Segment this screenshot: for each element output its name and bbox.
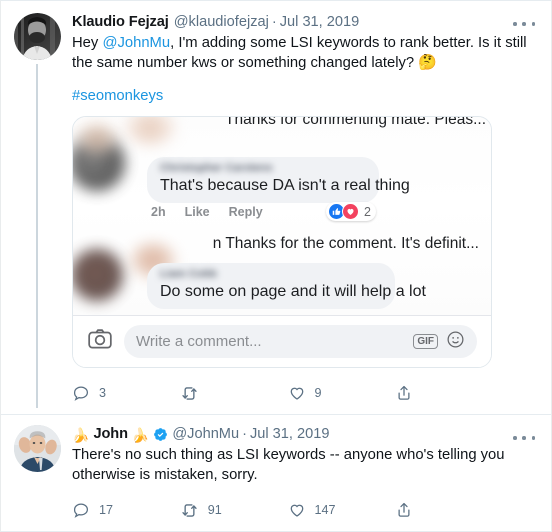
tweet-header: 🍌 John 🍌 @JohnMu · Jul 31, 2019 [72,425,539,444]
tweet-klaudio[interactable]: Klaudio Fejzaj @klaudiofejzaj · Jul 31, … [1,1,551,414]
dot [513,436,517,440]
tweet-body: Klaudio Fejzaj @klaudiofejzaj · Jul 31, … [61,13,539,408]
banana-emoji-right: 🍌 [131,426,150,443]
comment-reply-button[interactable]: Reply [229,205,263,219]
comment-text: That's because DA isn't a real thing [160,177,410,194]
hashtag-link-seomonkeys[interactable]: #seomonkeys [72,88,163,104]
dot [522,436,526,440]
tweet-date[interactable]: Jul 31, 2019 [280,13,360,32]
tweet-text: There's no such thing as LSI keywords --… [72,447,505,483]
reply-icon [73,386,89,401]
like-action[interactable]: 147 [288,501,396,519]
user-handle[interactable]: @klaudiofejzaj [174,13,269,32]
separator-dot: · [242,426,247,442]
separator-dot: · [271,14,277,30]
tweet-text: Hey @JohnMu, I'm adding some LSI keyword… [72,34,539,73]
hashtag-row: #seomonkeys [72,87,539,106]
facebook-comment-bubble: Christopher Carstens That's because DA i… [147,157,410,203]
blurred-avatar-blob [77,123,117,153]
gif-icon[interactable]: GIF [413,334,438,349]
verified-badge-icon [153,427,168,442]
commenter-name-blurred: Christopher Carstens [160,162,273,174]
facebook-screenshot: Thanks for commenting mate. Pleas... Chr… [73,117,491,367]
comment-text: Thanks for the comment. It's definit... [225,235,479,252]
share-icon [398,502,410,517]
camera-icon[interactable] [87,326,113,357]
share-icon [398,385,410,400]
banana-emoji-left: 🍌 [72,426,90,443]
avatar-column [13,13,61,408]
like-count: 147 [314,502,336,517]
facebook-comment-composer[interactable]: Write a comment... GIF [73,315,491,367]
comment-like-button[interactable]: Like [185,205,210,219]
retweet-count: 91 [207,502,222,517]
tweet-date[interactable]: Jul 31, 2019 [250,425,330,444]
reaction-badge-group[interactable]: 2 [326,202,376,221]
tweet-johnmu[interactable]: 🍌 John 🍌 @JohnMu · Jul 31, 2019 There's … [1,415,551,531]
display-name[interactable]: John [93,425,128,444]
composer-icons: GIF [413,330,465,353]
thinking-face-emoji: 🤔 [418,53,437,71]
comment-input[interactable]: Write a comment... GIF [124,325,477,358]
reply-count: 17 [99,502,114,517]
retweet-icon [182,503,197,517]
klaudio-avatar [13,13,61,60]
text-segment: Hey [72,35,103,51]
tweet-header: Klaudio Fejzaj @klaudiofejzaj · Jul 31, … [72,13,539,32]
tweet-more-options-button[interactable] [511,429,537,447]
truncated-top-comment: Thanks for commenting mate. Pleas... [225,117,485,128]
commenter-name-blurred: Liam Cobb [160,268,217,280]
second-comment-line: n Thanks for the comment. It's definit..… [161,235,479,253]
heart-icon [290,504,303,517]
dot [531,436,535,440]
comment-input-placeholder: Write a comment... [136,333,262,350]
avatar[interactable] [13,425,61,472]
tweet-actions: 17 91 147 [72,495,539,525]
like-action[interactable]: 9 [288,384,396,402]
tweet-body: 🍌 John 🍌 @JohnMu · Jul 31, 2019 There's … [61,425,539,525]
tweet-more-options-button[interactable] [511,15,537,33]
mention-link-johnmu[interactable]: @JohnMu [102,35,170,51]
dot [531,22,535,26]
retweet-action[interactable]: 91 [180,501,288,520]
avatar[interactable] [13,13,61,60]
dot [513,22,517,26]
like-count: 9 [314,385,322,400]
user-handle[interactable]: @JohnMu [172,425,239,444]
commenter-name-blurred [161,235,213,252]
heart-reaction-icon [342,203,359,220]
smiley-icon[interactable] [446,330,465,353]
comment-timestamp: 2h [151,205,166,219]
facebook-comment-bubble: Liam Cobb Do some on page and it will he… [147,263,426,309]
avatar-column [13,425,61,525]
tweet-thread: Klaudio Fejzaj @klaudiofejzaj · Jul 31, … [0,0,552,532]
thread-connector-line [36,64,38,408]
reaction-count: 2 [364,204,371,219]
reply-count: 3 [99,385,107,400]
share-action[interactable] [395,501,503,519]
share-action[interactable] [395,384,503,402]
reply-icon [73,503,89,518]
embedded-image-facebook-comments[interactable]: Thanks for commenting mate. Pleas... Chr… [72,116,492,368]
reply-action[interactable]: 17 [72,501,180,519]
comment-actions: 2h Like Reply [151,205,263,219]
retweet-icon [182,386,197,400]
heart-icon [290,387,303,400]
mention-fragment: n [212,235,222,252]
dot [522,22,526,26]
comment-text: Do some on page and it will help a lot [160,283,426,300]
tweet-actions: 3 9 [72,378,539,408]
blurred-avatar-blob [125,117,175,145]
blurred-avatar-blob [73,249,123,301]
reply-action[interactable]: 3 [72,384,180,402]
johnmu-avatar [13,425,61,472]
retweet-action[interactable] [180,384,288,403]
display-name[interactable]: Klaudio Fejzaj [72,13,169,32]
